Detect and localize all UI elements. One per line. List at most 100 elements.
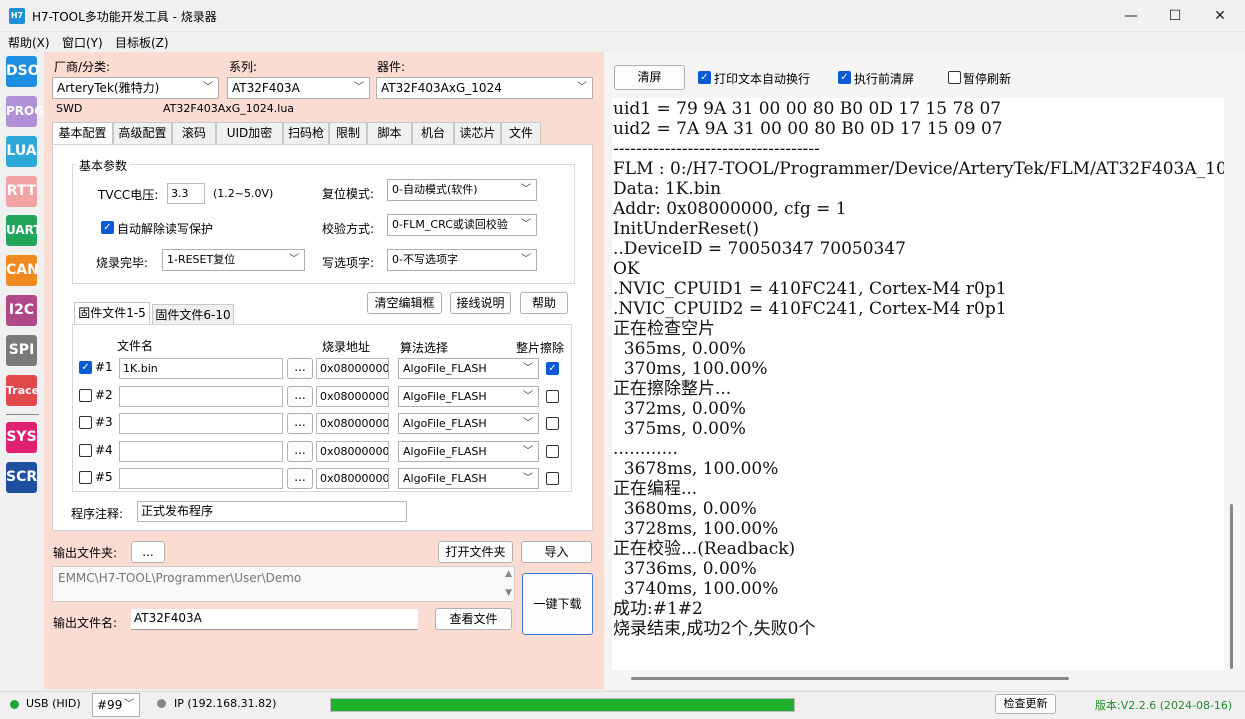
log-output[interactable]: uid1 = 79 9A 31 00 00 80 B0 0D 17 15 78 …	[612, 98, 1224, 670]
row-checkbox[interactable]	[79, 416, 92, 429]
log-horizontal-scrollbar[interactable]	[631, 677, 1069, 680]
auto-unlock-checkbox[interactable]: ✓	[101, 221, 114, 234]
program-note-label: 程序注释:	[71, 507, 124, 521]
tab-9[interactable]: 文件	[501, 122, 541, 144]
row-algorithm-select[interactable]: AlgoFile_FLASH ﹀	[398, 441, 539, 462]
nav-sys[interactable]: SYS	[6, 422, 37, 453]
row-address-input[interactable]: 0x08000000	[316, 468, 389, 489]
row-erase-checkbox[interactable]	[546, 390, 559, 403]
open-folder-button[interactable]: 打开文件夹	[438, 541, 513, 563]
nav-rtt[interactable]: RTT	[6, 176, 37, 207]
import-button[interactable]: 导入	[521, 541, 592, 563]
tab-6[interactable]: 脚本	[367, 122, 412, 144]
option-bytes-select[interactable]: 0-不写选项字 ﹀	[387, 249, 537, 271]
wiring-guide-button[interactable]: 接线说明	[450, 292, 511, 314]
nav-scr[interactable]: SCR	[6, 462, 37, 493]
menu-window[interactable]: 窗口(Y)	[62, 34, 103, 51]
nav-i2c[interactable]: I2C	[6, 295, 37, 326]
row-browse-button[interactable]: ...	[287, 468, 313, 489]
row-erase-checkbox[interactable]	[546, 417, 559, 430]
row-filename-input[interactable]	[119, 441, 283, 462]
reset-mode-label: 复位模式:	[322, 187, 375, 201]
verify-mode-select[interactable]: 0-FLM_CRC或读回校验 ﹀	[387, 214, 537, 236]
row-algorithm-select[interactable]: AlgoFile_FLASH ﹀	[398, 386, 539, 407]
interface-label: SWD	[56, 102, 83, 115]
device-select[interactable]: AT32F403AxG_1024 ﹀	[376, 77, 593, 99]
tab-2[interactable]: 滚码	[172, 122, 216, 144]
row-erase-checkbox[interactable]	[546, 445, 559, 458]
row-filename-input[interactable]	[119, 413, 283, 434]
channel-select[interactable]: #99 ﹀	[92, 693, 140, 717]
chevron-down-icon: ﹀	[521, 184, 531, 195]
row-address-input[interactable]: 0x08000000	[316, 441, 389, 462]
minimize-button[interactable]: —	[1108, 0, 1154, 32]
row-browse-button[interactable]: ...	[287, 386, 313, 407]
tab-8[interactable]: 读芯片	[454, 122, 501, 144]
tab-7[interactable]: 机台	[412, 122, 454, 144]
output-folder-path-box[interactable]: EMMC\H7-TOOL\Programmer\User\Demo ▲ ▼	[52, 566, 515, 602]
vendor-select[interactable]: ArteryTek(雅特力) ﹀	[52, 77, 219, 99]
tab-3[interactable]: UID加密	[216, 122, 283, 144]
auto-wrap-checkbox[interactable]: ✓	[698, 71, 711, 84]
row-filename-input[interactable]	[119, 468, 283, 489]
tvcc-input[interactable]: 3.3	[167, 183, 205, 204]
row-filename-input[interactable]	[119, 386, 283, 407]
clear-screen-button[interactable]: 清屏	[614, 65, 685, 90]
after-program-select[interactable]: 1-RESET复位 ﹀	[162, 249, 305, 271]
nav-lua[interactable]: LUA	[6, 136, 37, 167]
nav-spi[interactable]: SPI	[6, 335, 37, 366]
maximize-button[interactable]: ☐	[1152, 0, 1198, 32]
row-checkbox[interactable]	[79, 444, 92, 457]
clear-before-run-checkbox[interactable]: ✓	[838, 71, 851, 84]
tab-5[interactable]: 限制	[329, 122, 367, 144]
tab-1[interactable]: 高级配置	[113, 122, 172, 144]
row-browse-button[interactable]: ...	[287, 413, 313, 434]
nav-dso[interactable]: DSO	[6, 56, 40, 87]
row-browse-button[interactable]: ...	[287, 358, 313, 379]
row-address-input[interactable]: 0x08000000	[316, 386, 389, 407]
output-file-input[interactable]: AT32F403A	[131, 609, 418, 630]
clear-edit-button[interactable]: 清空编辑框	[367, 292, 442, 314]
close-button[interactable]: ✕	[1197, 0, 1243, 32]
menu-help[interactable]: 帮助(X)	[8, 34, 50, 51]
row-algorithm-select[interactable]: AlgoFile_FLASH ﹀	[398, 413, 539, 434]
row-algorithm-value: AlgoFile_FLASH	[403, 417, 487, 430]
row-algorithm-select[interactable]: AlgoFile_FLASH ﹀	[398, 358, 539, 379]
nav-uart[interactable]: UART	[6, 215, 42, 246]
pause-refresh-checkbox[interactable]	[948, 71, 961, 84]
help-button[interactable]: 帮助	[520, 292, 568, 314]
one-click-download-button[interactable]: 一键下载	[522, 573, 593, 635]
reset-mode-select[interactable]: 0-自动模式(软件) ﹀	[387, 179, 537, 201]
row-checkbox[interactable]	[79, 389, 92, 402]
nav-trace[interactable]: Trace	[6, 375, 39, 406]
row-browse-button[interactable]: ...	[287, 441, 313, 462]
tab-0[interactable]: 基本配置	[52, 122, 113, 144]
row-address-input[interactable]: 0x08000000	[316, 358, 389, 379]
row-checkbox[interactable]	[79, 471, 92, 484]
nav-can[interactable]: CAN	[6, 255, 39, 286]
log-line: OK	[613, 259, 640, 279]
check-update-button[interactable]: 检查更新	[995, 694, 1056, 714]
row-index: #3	[95, 415, 113, 429]
scroll-down-icon[interactable]: ▼	[505, 588, 512, 598]
row-checkbox[interactable]: ✓	[79, 361, 92, 374]
row-filename-input[interactable]: 1K.bin	[119, 358, 283, 379]
row-erase-checkbox[interactable]: ✓	[546, 362, 559, 375]
row-erase-checkbox[interactable]	[546, 472, 559, 485]
row-algorithm-select[interactable]: AlgoFile_FLASH ﹀	[398, 468, 539, 489]
tab-firmware-6-10[interactable]: 固件文件6-10	[152, 304, 234, 326]
output-folder-browse-button[interactable]: ...	[131, 541, 165, 563]
series-select[interactable]: AT32F403A ﹀	[227, 77, 370, 99]
app-icon: H7	[9, 8, 25, 24]
menu-target-board[interactable]: 目标板(Z)	[115, 34, 169, 51]
tab-firmware-1-5[interactable]: 固件文件1-5	[74, 302, 150, 324]
tvcc-range: (1.2~5.0V)	[213, 187, 274, 200]
program-note-input[interactable]: 正式发布程序	[137, 501, 407, 522]
scroll-up-icon[interactable]: ▲	[505, 569, 512, 579]
log-vertical-scrollbar[interactable]	[1230, 504, 1233, 669]
series-label: 系列:	[229, 60, 258, 74]
row-address-input[interactable]: 0x08000000	[316, 413, 389, 434]
tab-4[interactable]: 扫码枪	[283, 122, 329, 144]
nav-prog[interactable]: PROG	[6, 96, 44, 127]
view-file-button[interactable]: 查看文件	[435, 608, 512, 630]
